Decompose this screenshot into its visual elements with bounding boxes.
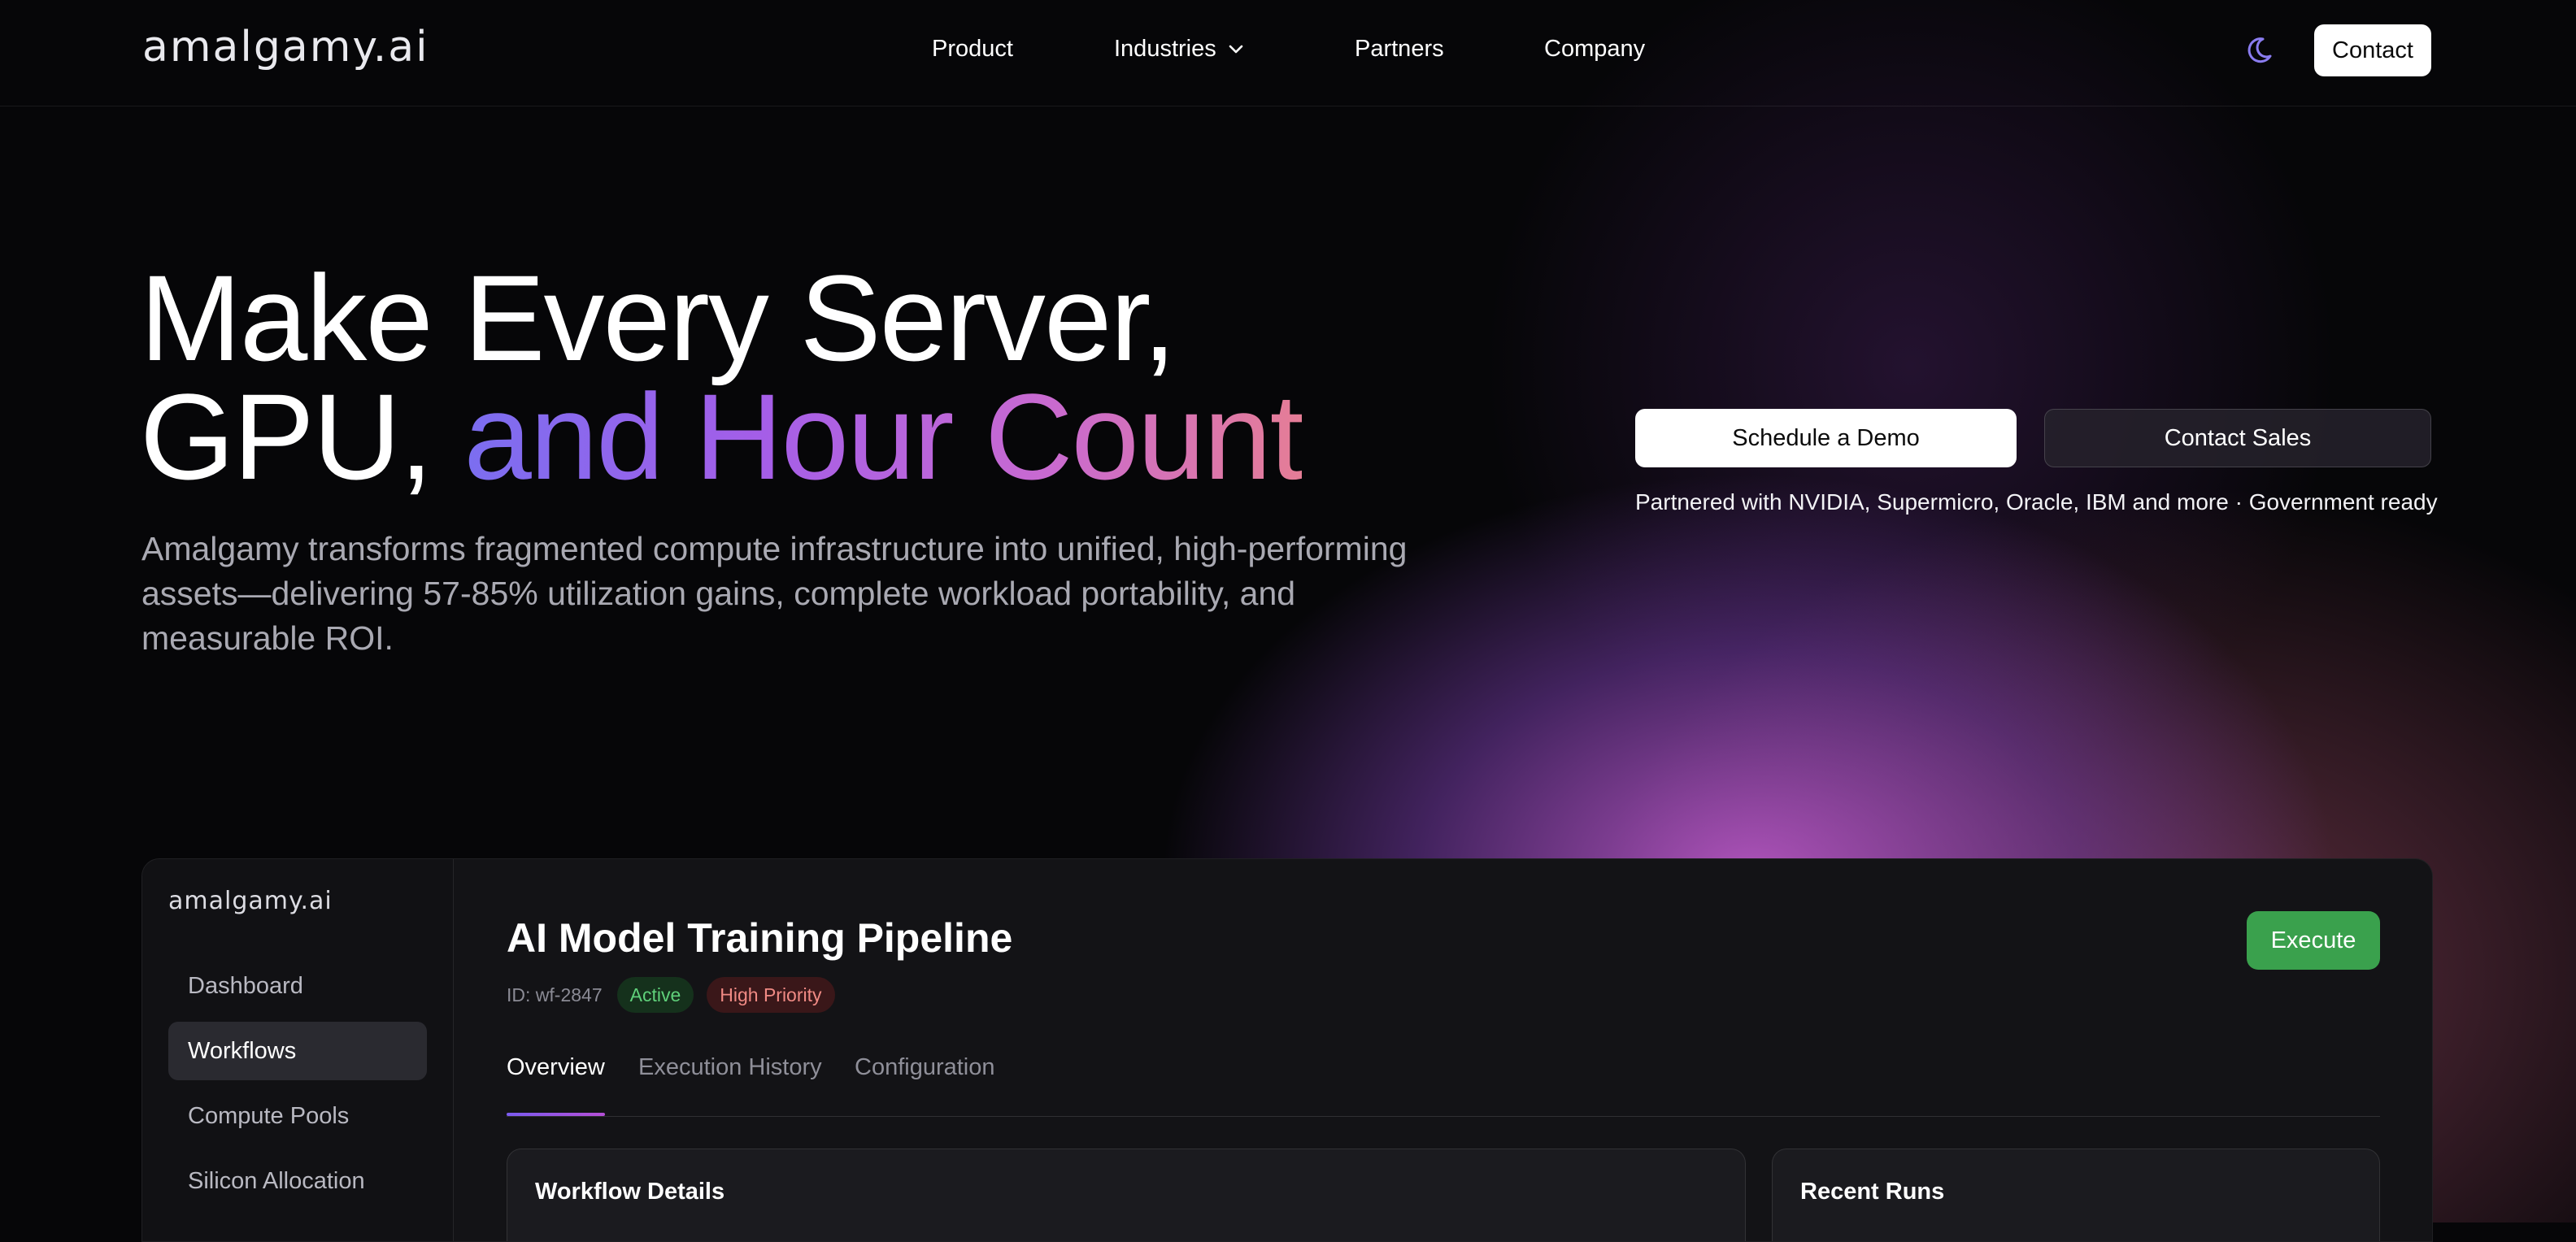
- contact-sales-button[interactable]: Contact Sales: [2044, 409, 2431, 467]
- contact-button[interactable]: Contact: [2314, 24, 2431, 76]
- nav-industries[interactable]: Industries: [1114, 36, 1244, 63]
- priority-badge: High Priority: [707, 977, 835, 1013]
- sidebar-logo: amalgamy.ai: [168, 887, 333, 915]
- recent-runs-title: Recent Runs: [1800, 1179, 1945, 1205]
- workflow-id: ID: wf-2847: [507, 984, 603, 1005]
- tab-overview[interactable]: Overview: [507, 1054, 605, 1116]
- nav-partners[interactable]: Partners: [1355, 36, 1444, 63]
- dashboard-preview: amalgamy.ai Dashboard Workflows Compute …: [141, 858, 2433, 1242]
- hero-title: Make Every Server, GPU, and Hour Count: [140, 257, 1303, 497]
- nav-product[interactable]: Product: [932, 36, 1013, 63]
- moon-icon[interactable]: [2243, 34, 2275, 67]
- sidebar-item-workflows[interactable]: Workflows: [168, 1022, 427, 1080]
- sidebar-item-dashboard[interactable]: Dashboard: [168, 957, 427, 1015]
- tab-execution-history[interactable]: Execution History: [638, 1054, 822, 1116]
- workflow-details-title: Workflow Details: [535, 1179, 725, 1205]
- hero-subtitle: Amalgamy transforms fragmented compute i…: [141, 530, 1408, 657]
- tab-configuration[interactable]: Configuration: [855, 1054, 995, 1116]
- main-nav: Product Industries Partners Company: [0, 36, 2576, 68]
- hero-title-line1: Make Every Server,: [140, 250, 1177, 386]
- schedule-demo-button[interactable]: Schedule a Demo: [1635, 409, 2017, 467]
- hero-title-highlight: and Hour Count: [463, 368, 1303, 505]
- workflow-details-panel: Workflow Details: [507, 1149, 1746, 1241]
- sidebar-item-silicon-allocation[interactable]: Silicon Allocation: [168, 1152, 427, 1210]
- workflow-tabs: Overview Execution History Configuration: [507, 1054, 2380, 1117]
- status-badge: Active: [616, 977, 694, 1013]
- sidebar-item-compute-pools[interactable]: Compute Pools: [168, 1087, 427, 1145]
- nav-company[interactable]: Company: [1544, 36, 1645, 63]
- chevron-down-icon: [1229, 46, 1243, 54]
- dashboard-sidebar: amalgamy.ai Dashboard Workflows Compute …: [142, 859, 454, 1241]
- hero-title-line2: GPU,: [140, 368, 464, 505]
- recent-runs-panel: Recent Runs: [1772, 1149, 2380, 1241]
- nav-industries-label: Industries: [1114, 36, 1216, 62]
- workflow-title: AI Model Training Pipeline: [507, 915, 1013, 961]
- execute-button[interactable]: Execute: [2247, 911, 2380, 970]
- dashboard-main: AI Model Training Pipeline ID: wf-2847 A…: [453, 859, 2432, 1241]
- workflow-meta: ID: wf-2847 Active High Priority: [507, 976, 848, 1014]
- partners-note: Partnered with NVIDIA, Supermicro, Oracl…: [1635, 489, 2438, 515]
- site-header: amalgamy.ai Product Industries Partners …: [0, 0, 2576, 106]
